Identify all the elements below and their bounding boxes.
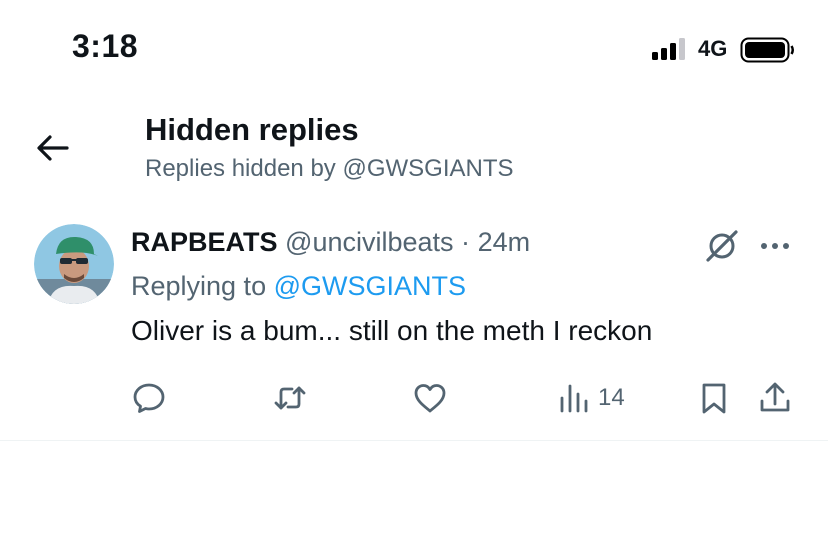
- divider: [0, 440, 828, 441]
- hidden-reply-icon[interactable]: [702, 226, 742, 266]
- share-icon: [760, 382, 790, 412]
- reply-button[interactable]: [131, 378, 167, 418]
- like-button[interactable]: [412, 378, 448, 418]
- tweet-header: RAPBEATS @uncivilbeats · 24m: [131, 227, 530, 258]
- signal-strength-icon: [652, 38, 685, 60]
- like-icon: [414, 384, 446, 413]
- arrow-left-icon: [37, 135, 69, 161]
- views-count: 14: [598, 384, 625, 411]
- status-time: 3:18: [72, 28, 139, 64]
- share-button[interactable]: [757, 378, 793, 418]
- battery-icon: [740, 37, 794, 63]
- bookmark-icon: [702, 383, 726, 414]
- network-label: 4G: [698, 36, 728, 61]
- retweet-button[interactable]: [272, 378, 308, 418]
- page-title: Hidden replies: [145, 112, 359, 147]
- views-icon: [560, 384, 588, 413]
- replying-prefix: Replying to: [131, 271, 267, 301]
- retweet-icon: [274, 386, 306, 410]
- back-button[interactable]: [32, 128, 72, 168]
- more-horizontal-icon[interactable]: [756, 232, 794, 260]
- bookmark-button[interactable]: [696, 378, 732, 418]
- replying-to-link[interactable]: @GWSGIANTS: [274, 271, 466, 301]
- user-handle[interactable]: @uncivilbeats: [285, 227, 454, 257]
- header-separator: ·: [461, 227, 471, 257]
- replying-to: Replying to @GWSGIANTS: [131, 271, 466, 302]
- views-button[interactable]: 14: [556, 378, 625, 418]
- page-subtitle: Replies hidden by @GWSGIANTS: [145, 155, 514, 182]
- tweet-timestamp[interactable]: 24m: [478, 227, 531, 257]
- reply-icon: [133, 383, 165, 413]
- avatar[interactable]: [34, 224, 114, 304]
- display-name[interactable]: RAPBEATS: [131, 227, 278, 257]
- tweet-text: Oliver is a bum... still on the meth I r…: [131, 315, 653, 346]
